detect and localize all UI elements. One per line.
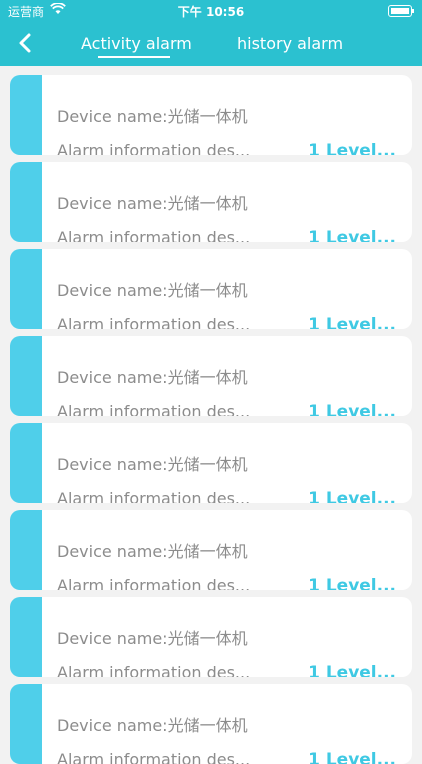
wifi-icon	[50, 3, 66, 14]
device-name: Device name:光储一体机	[57, 368, 248, 387]
alarm-accent-bar	[10, 510, 42, 590]
alarm-card[interactable]: Device name:光储一体机 Alarm information des.…	[10, 75, 412, 155]
alarm-accent-bar	[10, 423, 42, 503]
alarm-accent-bar	[10, 75, 42, 155]
alarm-level: 1 Level...	[308, 315, 396, 329]
device-name: Device name:光储一体机	[57, 542, 248, 561]
device-name: Device name:光储一体机	[57, 281, 248, 300]
alarm-level: 1 Level...	[308, 141, 396, 155]
alarm-card[interactable]: Device name:光储一体机 Alarm information des.…	[10, 597, 412, 677]
alarm-level: 1 Level...	[308, 402, 396, 416]
alarm-description: Alarm information des...	[57, 663, 251, 677]
alarm-card[interactable]: Device name:光储一体机 Alarm information des.…	[10, 510, 412, 590]
device-name: Device name:光储一体机	[57, 194, 248, 213]
alarm-accent-bar	[10, 336, 42, 416]
tab-history-alarm[interactable]: history alarm	[237, 34, 343, 53]
navigation-bar: Activity alarm history alarm	[0, 22, 422, 66]
battery-icon	[388, 5, 414, 17]
alarm-card[interactable]: Device name:光储一体机 Alarm information des.…	[10, 684, 412, 764]
alarm-card[interactable]: Device name:光储一体机 Alarm information des.…	[10, 249, 412, 329]
alarm-description: Alarm information des...	[57, 228, 251, 242]
alarm-description: Alarm information des...	[57, 315, 251, 329]
alarm-tabs: Activity alarm history alarm	[0, 22, 422, 66]
alarm-description: Alarm information des...	[57, 576, 251, 590]
alarm-description: Alarm information des...	[57, 141, 251, 155]
alarm-card[interactable]: Device name:光储一体机 Alarm information des.…	[10, 162, 412, 242]
alarm-accent-bar	[10, 249, 42, 329]
status-time: 下午 10:56	[177, 5, 245, 19]
alarm-accent-bar	[10, 684, 42, 764]
alarm-accent-bar	[10, 162, 42, 242]
alarm-level: 1 Level...	[308, 489, 396, 503]
status-bar: 运营商 下午 10:56	[0, 0, 422, 22]
alarm-description: Alarm information des...	[57, 489, 251, 503]
alarm-description: Alarm information des...	[57, 402, 251, 416]
alarm-level: 1 Level...	[308, 576, 396, 590]
carrier-label: 运营商	[8, 5, 45, 19]
device-name: Device name:光储一体机	[57, 629, 248, 648]
device-name: Device name:光储一体机	[57, 716, 248, 735]
alarm-description: Alarm information des...	[57, 750, 251, 764]
alarm-level: 1 Level...	[308, 750, 396, 764]
alarm-accent-bar	[10, 597, 42, 677]
alarm-card[interactable]: Device name:光储一体机 Alarm information des.…	[10, 423, 412, 503]
active-tab-indicator	[98, 56, 170, 58]
device-name: Device name:光储一体机	[57, 107, 248, 126]
alarm-level: 1 Level...	[308, 663, 396, 677]
device-name: Device name:光储一体机	[57, 455, 248, 474]
app-header: 运营商 下午 10:56 Activity alarm history alar…	[0, 0, 422, 66]
tab-activity-alarm[interactable]: Activity alarm	[81, 34, 192, 53]
alarm-level: 1 Level...	[308, 228, 396, 242]
alarm-card[interactable]: Device name:光储一体机 Alarm information des.…	[10, 336, 412, 416]
